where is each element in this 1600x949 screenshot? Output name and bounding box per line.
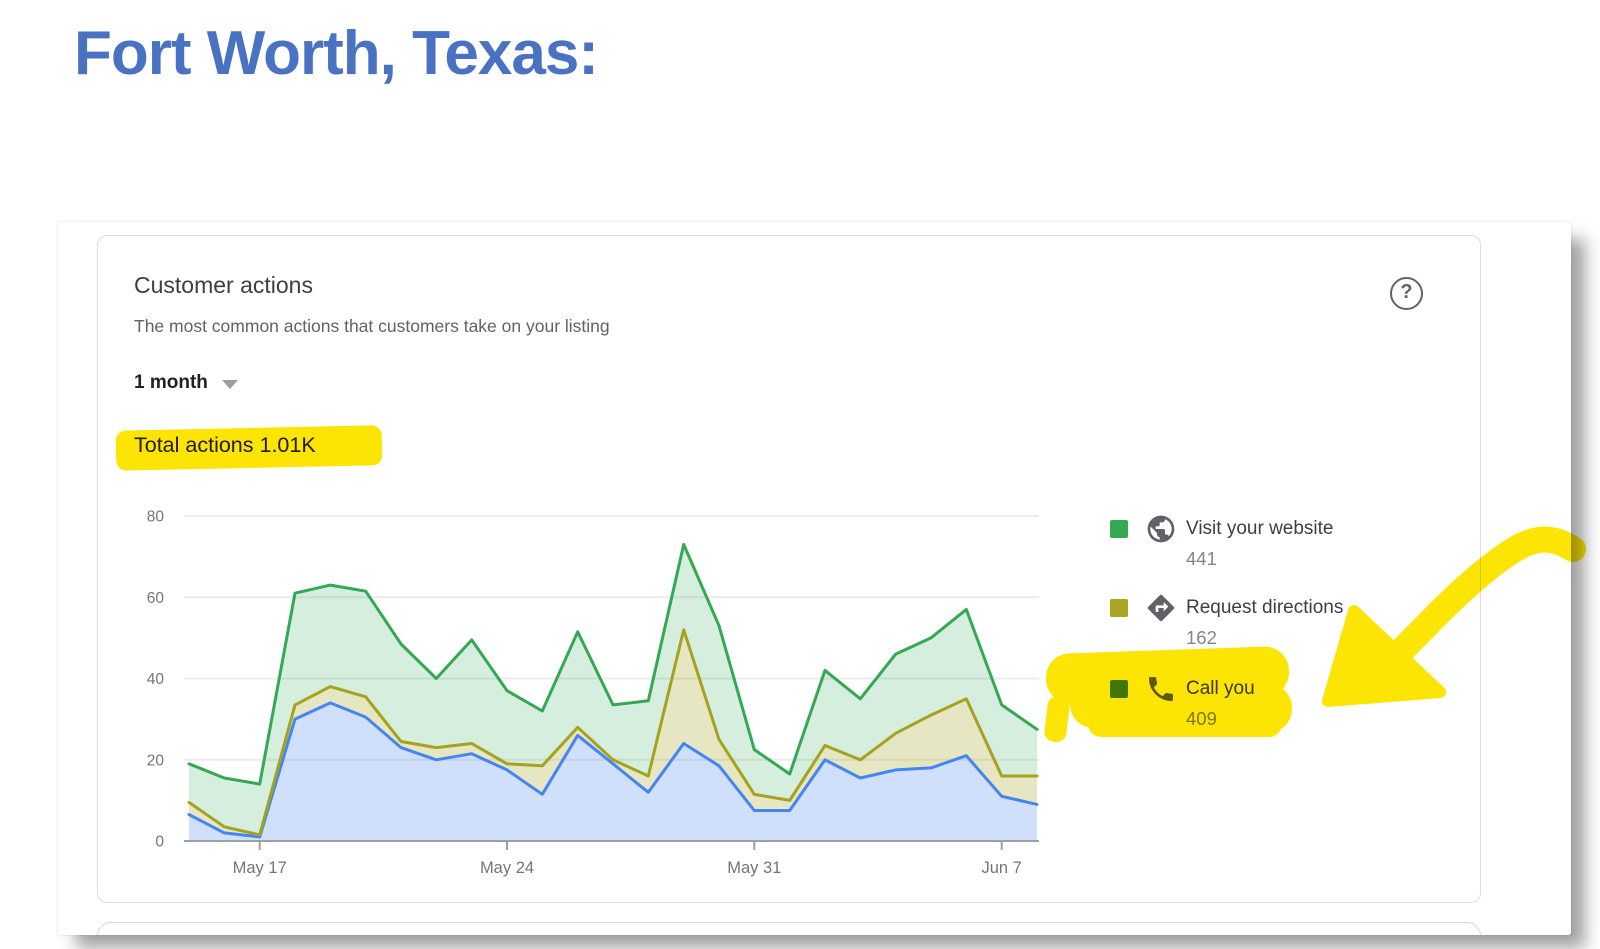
y-tick-label: 60	[147, 590, 165, 607]
x-axis-ticks: May 17 May 24 May 31 Jun 7	[233, 841, 1022, 877]
phone-icon	[1145, 673, 1177, 705]
legend-item-request-directions: Request directions 162	[1110, 592, 1343, 649]
legend-count: 162	[1186, 627, 1343, 649]
legend-item-visit-website: Visit your website 441	[1110, 513, 1334, 570]
y-tick-label: 0	[155, 834, 164, 851]
directions-icon	[1145, 592, 1177, 624]
y-tick-label: 80	[147, 509, 165, 526]
y-axis-labels: 0 20 40 60 80	[147, 509, 165, 851]
x-tick-label: May 24	[480, 859, 534, 877]
legend-item-call-you: Call you 409	[1110, 673, 1255, 730]
legend-swatch-blue	[1110, 680, 1128, 698]
y-tick-label: 40	[147, 671, 165, 688]
globe-icon	[1145, 513, 1177, 545]
x-tick-label: May 17	[233, 859, 287, 877]
legend-swatch-green	[1110, 520, 1128, 538]
stacked-area-chart: May 17 May 24 May 31 Jun 7 0 20 40 60 80	[98, 236, 1482, 904]
customer-actions-card: Customer actions The most common actions…	[97, 235, 1481, 903]
y-tick-label: 20	[147, 752, 165, 769]
x-tick-label: May 31	[727, 859, 781, 877]
legend-count: 409	[1186, 708, 1255, 730]
page-title: Fort Worth, Texas:	[74, 18, 598, 89]
legend-count: 441	[1186, 548, 1334, 570]
next-card-partial	[97, 922, 1481, 935]
legend-swatch-olive	[1110, 599, 1128, 617]
legend-label: Call you	[1186, 673, 1255, 700]
screenshot-panel: Customer actions The most common actions…	[58, 222, 1571, 935]
legend-label: Visit your website	[1186, 513, 1334, 540]
x-tick-label: Jun 7	[982, 859, 1022, 877]
legend-label: Request directions	[1186, 592, 1343, 619]
